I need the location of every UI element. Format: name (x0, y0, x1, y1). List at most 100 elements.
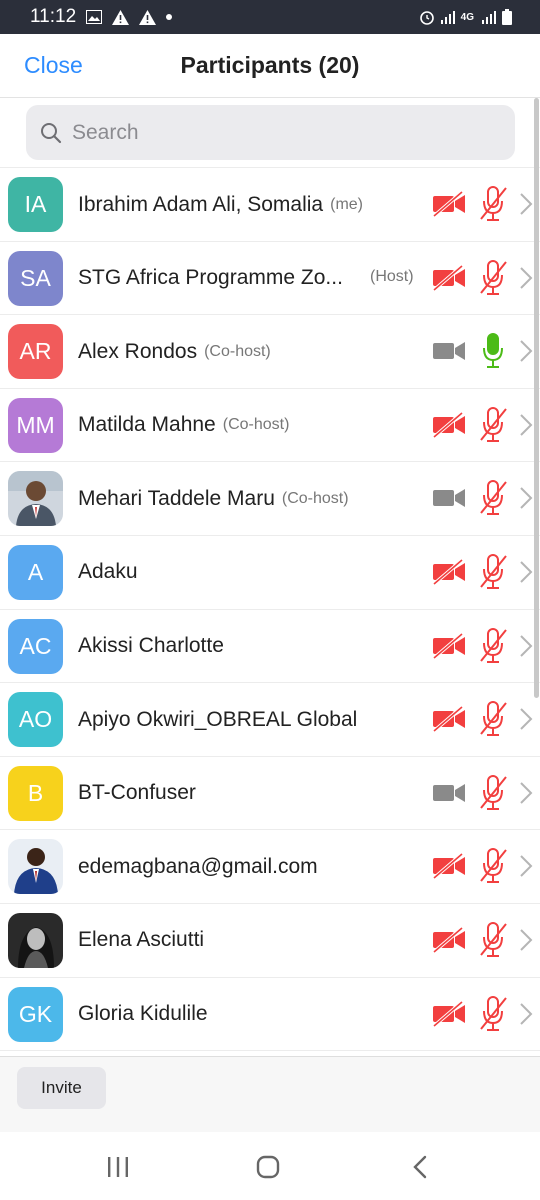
scrollbar[interactable] (534, 98, 539, 698)
chevron-right-icon[interactable] (519, 192, 533, 216)
notification-dot (166, 14, 173, 20)
participant-row[interactable]: Mehari Taddele Maru (Co-host) (0, 462, 540, 536)
mic-muted-icon (478, 185, 508, 223)
chevron-right-icon[interactable] (519, 634, 533, 658)
avatar: AC (8, 618, 63, 674)
participant-row[interactable]: AO Apiyo Okwiri_OBREAL Global (0, 683, 540, 757)
participant-name: Matilda Mahne (78, 413, 216, 437)
search-area (0, 98, 540, 168)
participant-name: edemagbana@gmail.com (78, 854, 318, 878)
video-off-icon (432, 705, 466, 733)
chevron-right-icon[interactable] (519, 413, 533, 437)
chevron-right-icon[interactable] (519, 854, 533, 878)
mic-muted-icon (478, 700, 508, 738)
avatar (8, 912, 63, 968)
header: Close Participants (20) (0, 34, 540, 98)
video-on-icon (432, 338, 466, 364)
warning-icon (112, 9, 130, 25)
participant-name-block: edemagbana@gmail.com (78, 830, 428, 903)
video-off-icon (432, 1000, 466, 1027)
mic-muted-icon (478, 406, 508, 444)
avatar: GK (8, 986, 63, 1042)
chevron-right-icon[interactable] (519, 1002, 533, 1026)
mic-muted-icon (478, 921, 508, 959)
search-input[interactable] (72, 120, 472, 145)
video-off-icon (432, 411, 466, 439)
recent-apps-button[interactable] (98, 1152, 138, 1182)
participant-name: Apiyo Okwiri_OBREAL Global (78, 707, 358, 731)
participant-row[interactable]: MM Matilda Mahne (Co-host) (0, 389, 540, 463)
avatar: A (8, 544, 63, 600)
participant-row[interactable]: IA Ibrahim Adam Ali, Somalia (me) (0, 168, 540, 242)
system-nav-bar (0, 1132, 540, 1200)
mic-on-icon (478, 332, 508, 370)
avatar (8, 839, 63, 895)
participant-row[interactable]: AR Alex Rondos (Co-host) (0, 315, 540, 389)
avatar: AR (8, 324, 63, 380)
participant-name-block: Akissi Charlotte (78, 610, 428, 683)
video-off-icon (432, 190, 466, 218)
participant-role-tag: (Co-host) (281, 489, 349, 507)
avatar: AO (8, 692, 63, 748)
chevron-right-icon[interactable] (519, 560, 533, 584)
participant-name-block: Alex Rondos (Co-host) (78, 315, 428, 388)
chevron-right-icon[interactable] (519, 486, 533, 510)
participant-name-block: Ibrahim Adam Ali, Somalia (me) (78, 168, 428, 241)
participant-row[interactable]: SA STG Africa Programme Zo... (Host) (0, 242, 540, 316)
back-button[interactable] (400, 1152, 440, 1182)
participant-name: Mehari Taddele Maru (78, 486, 275, 510)
participant-role-tag: (Co-host) (204, 342, 271, 360)
search-box[interactable] (26, 105, 515, 160)
participant-row[interactable]: AC Akissi Charlotte (0, 610, 540, 684)
battery-icon (502, 9, 512, 25)
search-icon (41, 122, 62, 143)
participant-row[interactable]: Elena Asciutti (0, 904, 540, 978)
chevron-right-icon[interactable] (519, 928, 533, 952)
close-button[interactable]: Close (24, 52, 83, 79)
video-on-icon (432, 485, 466, 511)
chevron-right-icon[interactable] (519, 266, 533, 290)
chevron-right-icon[interactable] (519, 339, 533, 363)
network-type: 4G (460, 11, 474, 23)
warning-icon (139, 9, 157, 25)
status-time: 11:12 (30, 6, 77, 27)
footer: Invite (0, 1056, 540, 1132)
chevron-right-icon[interactable] (519, 707, 533, 731)
mic-muted-icon (478, 627, 508, 665)
mic-muted-icon (478, 774, 508, 812)
participant-role-tag: (Co-host) (222, 416, 290, 434)
video-off-icon (432, 853, 466, 880)
avatar: B (8, 765, 63, 821)
video-off-icon (432, 926, 466, 954)
participant-role-tag: (Host) (370, 267, 414, 285)
alarm-icon (419, 11, 434, 25)
avatar (8, 471, 63, 527)
home-button[interactable] (248, 1152, 288, 1182)
participant-row[interactable]: edemagbana@gmail.com (0, 830, 540, 904)
home-icon (256, 1155, 280, 1179)
mic-muted-icon (478, 259, 508, 297)
participant-name: Ibrahim Adam Ali, Somalia (78, 192, 324, 216)
mic-muted-icon (478, 553, 508, 591)
participant-name: STG Africa Programme Zo... (78, 266, 343, 290)
video-off-icon (432, 264, 466, 291)
video-on-icon (432, 780, 466, 806)
participant-row[interactable]: GK Gloria Kidulile (0, 978, 540, 1052)
participant-name: Alex Rondos (78, 339, 198, 363)
participant-row[interactable]: B BT-Confuser (0, 757, 540, 831)
gallery-icon (86, 10, 103, 24)
video-off-icon (432, 558, 466, 586)
chevron-right-icon[interactable] (519, 781, 533, 805)
recent-apps-icon (108, 1157, 128, 1177)
invite-button[interactable]: Invite (17, 1067, 106, 1109)
back-icon (413, 1155, 427, 1179)
video-off-icon (432, 632, 466, 659)
participant-name: Gloria Kidulile (78, 1002, 208, 1026)
participant-name-block: Adaku (78, 536, 428, 609)
avatar: MM (8, 397, 63, 453)
participant-name: Elena Asciutti (78, 928, 205, 952)
participant-row[interactable]: A Adaku (0, 536, 540, 610)
participant-list: IA Ibrahim Adam Ali, Somalia (me) SA STG Afr… (0, 168, 540, 1056)
status-bar: 11:12 4G (0, 0, 540, 34)
participant-name-block: Mehari Taddele Maru (Co-host) (78, 462, 428, 535)
